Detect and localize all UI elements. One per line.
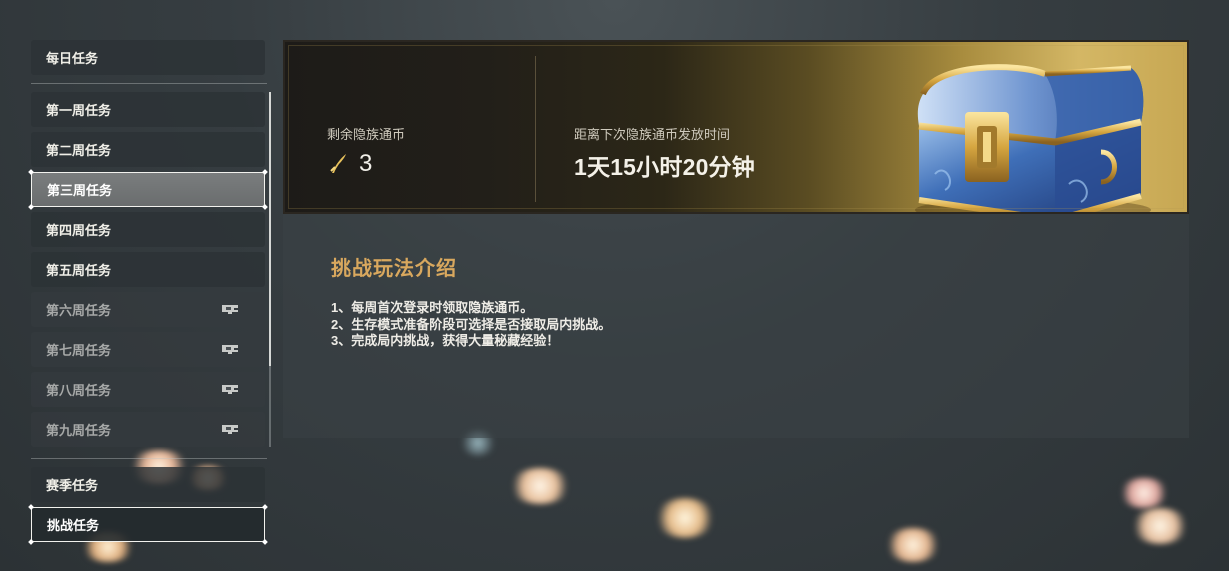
- tab-label: 赛季任务: [46, 478, 99, 493]
- bg-light: [654, 498, 716, 538]
- tab-week-3[interactable]: 第三周任务: [28, 169, 268, 210]
- currency-banner: 剩余隐族通币 3 距离下次隐族通币发放时间 1天15小时20分钟: [283, 40, 1189, 214]
- coin-value: 3: [359, 150, 373, 177]
- rule-item: 3、完成局内挑战，获得大量秘藏经验！: [331, 333, 560, 348]
- lock-icon: [222, 305, 238, 314]
- bg-light: [508, 468, 572, 504]
- tab-label: 第一周任务: [46, 103, 112, 118]
- tab-season-tasks[interactable]: 赛季任务: [31, 467, 265, 502]
- divider: [31, 458, 267, 459]
- bg-light: [1130, 508, 1190, 544]
- corner-marker: [262, 539, 268, 545]
- tab-label: 第三周任务: [47, 183, 113, 198]
- tab-week-8[interactable]: 第八周任务: [31, 372, 265, 407]
- scrollbar-thumb[interactable]: [269, 92, 271, 366]
- tab-label: 第二周任务: [46, 143, 112, 158]
- intro-title: 挑战玩法介绍: [331, 258, 457, 280]
- tab-label: 第五周任务: [46, 263, 112, 278]
- tab-week-2[interactable]: 第二周任务: [31, 132, 265, 167]
- bg-light: [1118, 478, 1170, 508]
- corner-marker: [28, 204, 34, 210]
- bg-light: [884, 528, 942, 562]
- treasure-chest-icon: [915, 64, 1151, 212]
- tab-label: 第六周任务: [46, 303, 112, 318]
- corner-marker: [28, 539, 34, 545]
- tab-label: 第九周任务: [46, 423, 112, 438]
- tab-week-4[interactable]: 第四周任务: [31, 212, 265, 247]
- divider: [31, 83, 267, 84]
- tab-week-9[interactable]: 第九周任务: [31, 412, 265, 447]
- tab-challenge-tasks[interactable]: 挑战任务: [28, 504, 268, 545]
- tab-week-7[interactable]: 第七周任务: [31, 332, 265, 367]
- corner-marker: [28, 169, 34, 175]
- banner-divider: [535, 56, 536, 202]
- tab-week-6[interactable]: 第六周任务: [31, 292, 265, 327]
- corner-marker: [262, 504, 268, 510]
- lock-icon: [222, 345, 238, 354]
- rules-list: 1、每周首次登录时领取隐族通币。 2、生存模式准备阶段可选择是否接取局内挑战。 …: [331, 300, 611, 350]
- rule-item: 2、生存模式准备阶段可选择是否接取局内挑战。: [331, 316, 612, 332]
- lock-icon: [222, 385, 238, 394]
- tab-week-5[interactable]: 第五周任务: [31, 252, 265, 287]
- tab-week-1[interactable]: 第一周任务: [31, 92, 265, 127]
- feather-icon: [330, 154, 346, 173]
- coin-label: 剩余隐族通币: [327, 127, 406, 142]
- tab-label: 第七周任务: [46, 343, 112, 358]
- tab-label: 第八周任务: [46, 383, 112, 398]
- corner-marker: [262, 169, 268, 175]
- corner-marker: [28, 504, 34, 510]
- corner-marker: [262, 204, 268, 210]
- lock-icon: [222, 425, 238, 434]
- next-issue-label: 距离下次隐族通币发放时间: [574, 127, 731, 142]
- rule-item: 1、每周首次登录时领取隐族通币。: [331, 300, 534, 315]
- tab-label: 每日任务: [46, 51, 99, 66]
- next-issue-countdown: 1天15小时20分钟: [574, 154, 755, 180]
- tab-label: 挑战任务: [47, 518, 100, 533]
- tab-label: 第四周任务: [46, 223, 112, 238]
- tab-daily-tasks[interactable]: 每日任务: [31, 40, 265, 75]
